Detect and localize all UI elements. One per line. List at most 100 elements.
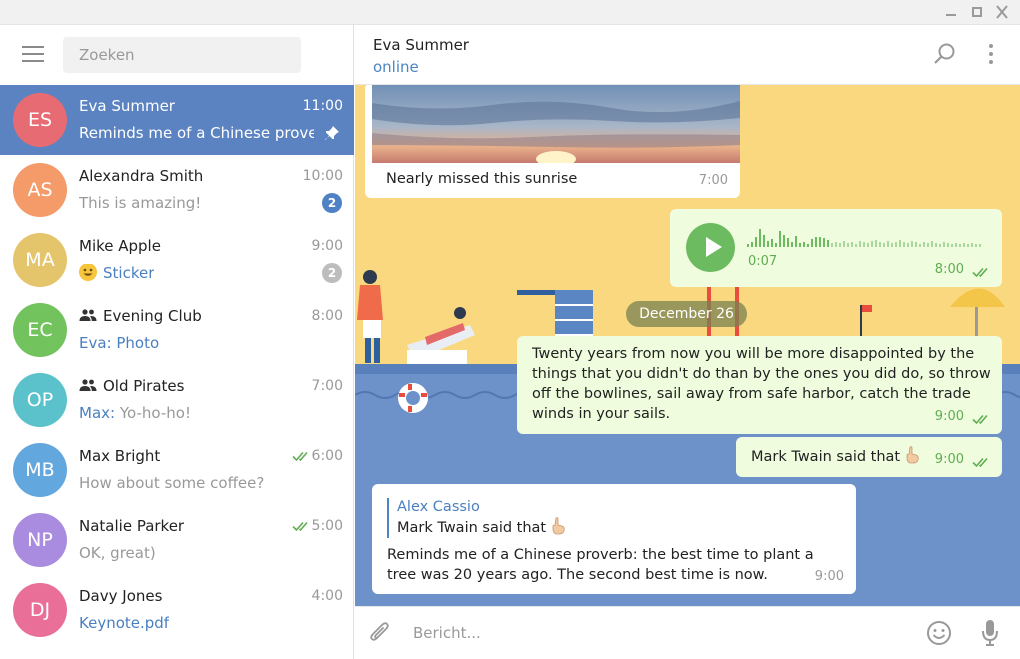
chat-item-natalie-parker[interactable]: NP Natalie Parker 5:00 OK, great): [0, 505, 354, 575]
date-separator: December 26: [626, 301, 747, 327]
message-input[interactable]: [413, 619, 893, 647]
unread-badge: 2: [322, 263, 342, 283]
photo-caption: Nearly missed this sunrise: [386, 171, 578, 187]
search-box[interactable]: [63, 37, 301, 73]
smiling-face-icon: [79, 264, 97, 281]
message-text: Reminds me of a Chinese proverb: the bes…: [387, 547, 814, 583]
chat-list: ES Eva Summer 11:00 Reminds me of a Chin…: [0, 85, 354, 645]
minimize-icon: [946, 14, 956, 16]
chat-item-max-bright[interactable]: MB Max Bright 6:00 How about some coffee…: [0, 435, 354, 505]
close-icon: [996, 5, 1008, 19]
reply-bar: [387, 498, 389, 538]
peer-status: online: [373, 58, 419, 76]
play-icon: [706, 237, 722, 257]
avatar: DJ: [13, 583, 67, 637]
chat-preview-text: Sticker: [103, 264, 155, 282]
chat-name: Davy Jones: [79, 587, 163, 605]
avatar: MB: [13, 443, 67, 497]
chat-preview: OK, great): [79, 544, 156, 562]
double-check-icon: [972, 457, 988, 468]
search-input[interactable]: [63, 37, 301, 73]
chat-item-evening-club[interactable]: EC Evening Club 8:00 Eva: Photo: [0, 295, 354, 365]
chat-time: 8:00: [311, 308, 343, 324]
chat-time: 6:00: [311, 448, 343, 464]
message-time: 9:00: [934, 409, 964, 424]
chat-name: Eva Summer: [79, 97, 175, 115]
pin-icon: [325, 126, 339, 140]
quote-message[interactable]: Twenty years from now you will be more d…: [517, 336, 1002, 434]
message-area[interactable]: Nearly missed this sunrise 7:00 0:07 8:0…: [355, 85, 1020, 606]
message-text: Mark Twain said that: [751, 449, 901, 465]
chat-pane: Eva Summer online Nearly missed this sun…: [355, 25, 1020, 659]
pointing-hand-icon: [552, 517, 565, 535]
double-check-icon: [972, 267, 988, 278]
message-time: 8:00: [934, 262, 964, 277]
chat-item-old-pirates[interactable]: OP Old Pirates 7:00 Max: Yo-ho-ho!: [0, 365, 354, 435]
message-time: 7:00: [698, 173, 728, 188]
message-text: Twenty years from now you will be more d…: [532, 346, 991, 422]
group-icon: [79, 379, 97, 391]
chat-preview: Reminds me of a Chinese prove…: [79, 124, 314, 142]
chat-name: Old Pirates: [79, 377, 184, 395]
maximize-button[interactable]: [968, 4, 986, 20]
voice-waveform[interactable]: [747, 225, 987, 247]
close-button[interactable]: [993, 4, 1011, 20]
chat-preview: Keynote.pdf: [79, 614, 170, 632]
chat-name: Evening Club: [79, 307, 202, 325]
reply-quote[interactable]: Mark Twain said that: [397, 517, 566, 538]
chat-preview-text: Yo-ho-ho!: [119, 404, 191, 422]
twain-message[interactable]: Mark Twain said that 9:00: [736, 437, 1002, 477]
microphone-icon[interactable]: [981, 619, 999, 647]
reply-quote-text: Mark Twain said that: [397, 520, 547, 536]
emoji-icon[interactable]: [926, 620, 952, 646]
chat-name-text: Old Pirates: [103, 377, 185, 395]
photo-message[interactable]: Nearly missed this sunrise 7:00: [365, 85, 740, 198]
more-options-icon[interactable]: [983, 42, 999, 66]
chat-time: 5:00: [311, 518, 343, 534]
chat-name: Natalie Parker: [79, 517, 185, 535]
window-titlebar: [0, 0, 1020, 25]
chat-time: 10:00: [302, 168, 343, 184]
reply-author[interactable]: Alex Cassio: [397, 497, 480, 517]
hamburger-menu-icon[interactable]: [22, 46, 44, 62]
avatar: OP: [13, 373, 67, 427]
chat-item-mike-apple[interactable]: MA Mike Apple 9:00 Sticker 2: [0, 225, 354, 295]
avatar: NP: [13, 513, 67, 567]
chat-time: 9:00: [311, 238, 343, 254]
avatar: EC: [13, 303, 67, 357]
preview-sender: Max:: [79, 404, 116, 422]
chat-item-eva-summer[interactable]: ES Eva Summer 11:00 Reminds me of a Chin…: [0, 85, 354, 155]
chat-item-davy-jones[interactable]: DJ Davy Jones 4:00 Keynote.pdf: [0, 575, 354, 645]
reply-message[interactable]: Alex Cassio Mark Twain said that Reminds…: [372, 484, 856, 594]
sidebar-header: [0, 25, 354, 85]
chat-name: Alexandra Smith: [79, 167, 204, 185]
sunrise-photo[interactable]: [372, 85, 740, 163]
chat-name-text: Evening Club: [103, 307, 202, 325]
chat-time: 7:00: [311, 378, 343, 394]
message-composer: [355, 606, 1020, 659]
chat-preview: This is amazing!: [79, 194, 202, 212]
message-text-row: Mark Twain said that: [751, 446, 920, 467]
chat-time: 11:00: [302, 98, 343, 114]
avatar: AS: [13, 163, 67, 217]
double-check-icon: [972, 414, 988, 425]
chat-preview: How about some coffee?: [79, 474, 265, 492]
voice-message[interactable]: 0:07 8:00: [670, 209, 1002, 287]
unread-badge: 2: [322, 193, 342, 213]
message-time: 9:00: [814, 569, 844, 584]
play-button[interactable]: [686, 223, 735, 272]
double-check-icon: [292, 521, 308, 532]
chat-header: Eva Summer online: [355, 25, 1020, 85]
pointing-hand-icon: [906, 446, 919, 464]
chat-item-alexandra-smith[interactable]: AS Alexandra Smith 10:00 This is amazing…: [0, 155, 354, 225]
chat-preview: Max: Yo-ho-ho!: [79, 404, 191, 422]
group-icon: [79, 309, 97, 321]
peer-name[interactable]: Eva Summer: [373, 36, 469, 54]
maximize-icon: [972, 7, 982, 17]
search-icon[interactable]: [933, 42, 957, 66]
minimize-button[interactable]: [942, 4, 960, 20]
chat-time: 4:00: [311, 588, 343, 604]
paperclip-icon[interactable]: [367, 620, 393, 646]
message-time: 9:00: [934, 452, 964, 467]
avatar: MA: [13, 233, 67, 287]
